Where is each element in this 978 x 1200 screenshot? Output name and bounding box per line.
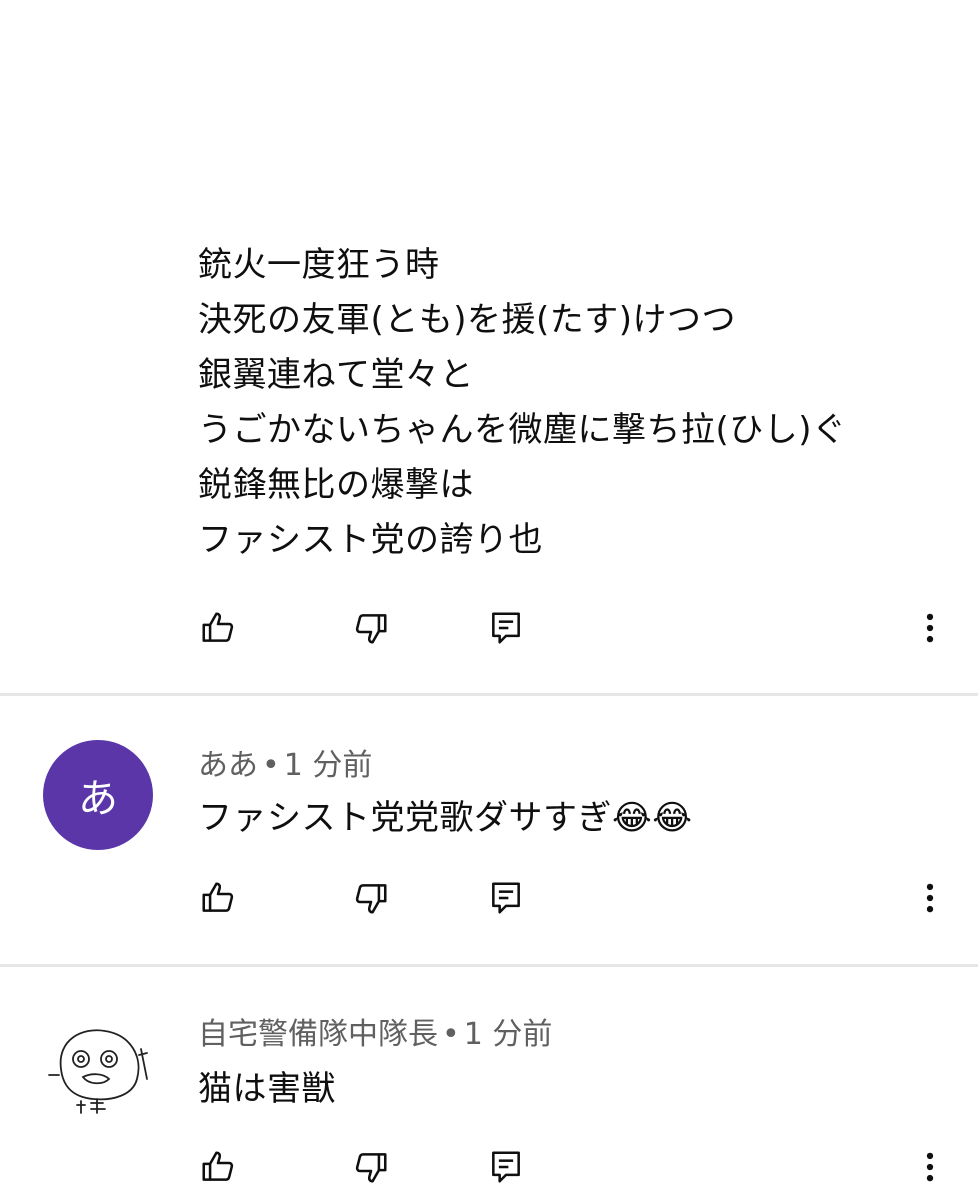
- comment-item: あ ああ • 1 分前 ファシスト党党歌ダサすぎ😂😂: [0, 696, 978, 966]
- thumbs-down-icon: [355, 884, 387, 914]
- more-vertical-icon: [926, 613, 934, 643]
- reply-button[interactable]: [484, 1145, 528, 1189]
- author-name[interactable]: 自宅警備隊中隊長: [198, 1017, 438, 1052]
- comment-actions: [0, 1137, 978, 1197]
- comment-time: 1 分前: [463, 1017, 553, 1052]
- comments-page: 銃火一度狂う時 決死の友軍(とも)を援(たす)けつつ 銀翼連ねて堂々と うごかな…: [0, 0, 978, 1200]
- more-vertical-icon: [926, 1152, 934, 1182]
- comment-line: うごかないちゃんを微塵に撃ち拉(ひし)ぐ: [198, 410, 847, 450]
- meta-separator: •: [442, 1017, 460, 1052]
- comment-line: 銃火一度狂う時: [198, 245, 440, 285]
- reply-comment-icon: [492, 612, 520, 644]
- more-vertical-icon: [926, 883, 934, 913]
- hand-drawn-face-icon: [48, 1029, 148, 1114]
- reply-comment-icon: [492, 882, 520, 914]
- avatar[interactable]: あ: [43, 740, 153, 850]
- avatar-letter: あ: [78, 776, 118, 822]
- like-button[interactable]: [196, 606, 240, 650]
- meta-separator: •: [262, 748, 280, 783]
- more-actions-button[interactable]: [910, 1145, 950, 1189]
- comment-line: ファシスト党の誇り也: [198, 520, 543, 560]
- comment-line: 銀翼連ねて堂々と: [198, 355, 474, 395]
- like-button[interactable]: [196, 876, 240, 920]
- reply-button[interactable]: [484, 876, 528, 920]
- comment-meta: ああ • 1 分前: [198, 740, 372, 784]
- thumbs-up-icon: [202, 882, 234, 912]
- reply-comment-icon: [492, 1151, 520, 1183]
- comment-line: 鋭鋒無比の爆撃は: [198, 465, 474, 505]
- like-button[interactable]: [196, 1145, 240, 1189]
- comment-text: 猫は害獣: [198, 1069, 336, 1109]
- avatar[interactable]: [43, 1009, 153, 1119]
- thumbs-up-icon: [202, 1151, 234, 1181]
- dislike-button[interactable]: [349, 876, 393, 920]
- author-name[interactable]: ああ: [198, 748, 258, 783]
- comment-time: 1 分前: [283, 748, 373, 783]
- comment-line: 決死の友軍(とも)を援(たす)けつつ: [198, 300, 737, 340]
- thumbs-down-icon: [355, 1153, 387, 1183]
- more-actions-button[interactable]: [910, 876, 950, 920]
- reply-button[interactable]: [484, 606, 528, 650]
- comment-meta: 自宅警備隊中隊長 • 1 分前: [198, 1009, 552, 1053]
- dislike-button[interactable]: [349, 606, 393, 650]
- thumbs-up-icon: [202, 612, 234, 642]
- comment-item: 自宅警備隊中隊長 • 1 分前 猫は害獣: [0, 967, 978, 1200]
- comment-actions: [0, 868, 978, 928]
- dislike-button[interactable]: [349, 1145, 393, 1189]
- thumbs-down-icon: [355, 614, 387, 644]
- comment-actions: [0, 598, 978, 658]
- more-actions-button[interactable]: [910, 606, 950, 650]
- comment-text: ファシスト党党歌ダサすぎ😂😂: [198, 798, 693, 838]
- comment-text: 銃火一度狂う時 決死の友軍(とも)を援(たす)けつつ 銀翼連ねて堂々と うごかな…: [198, 238, 958, 568]
